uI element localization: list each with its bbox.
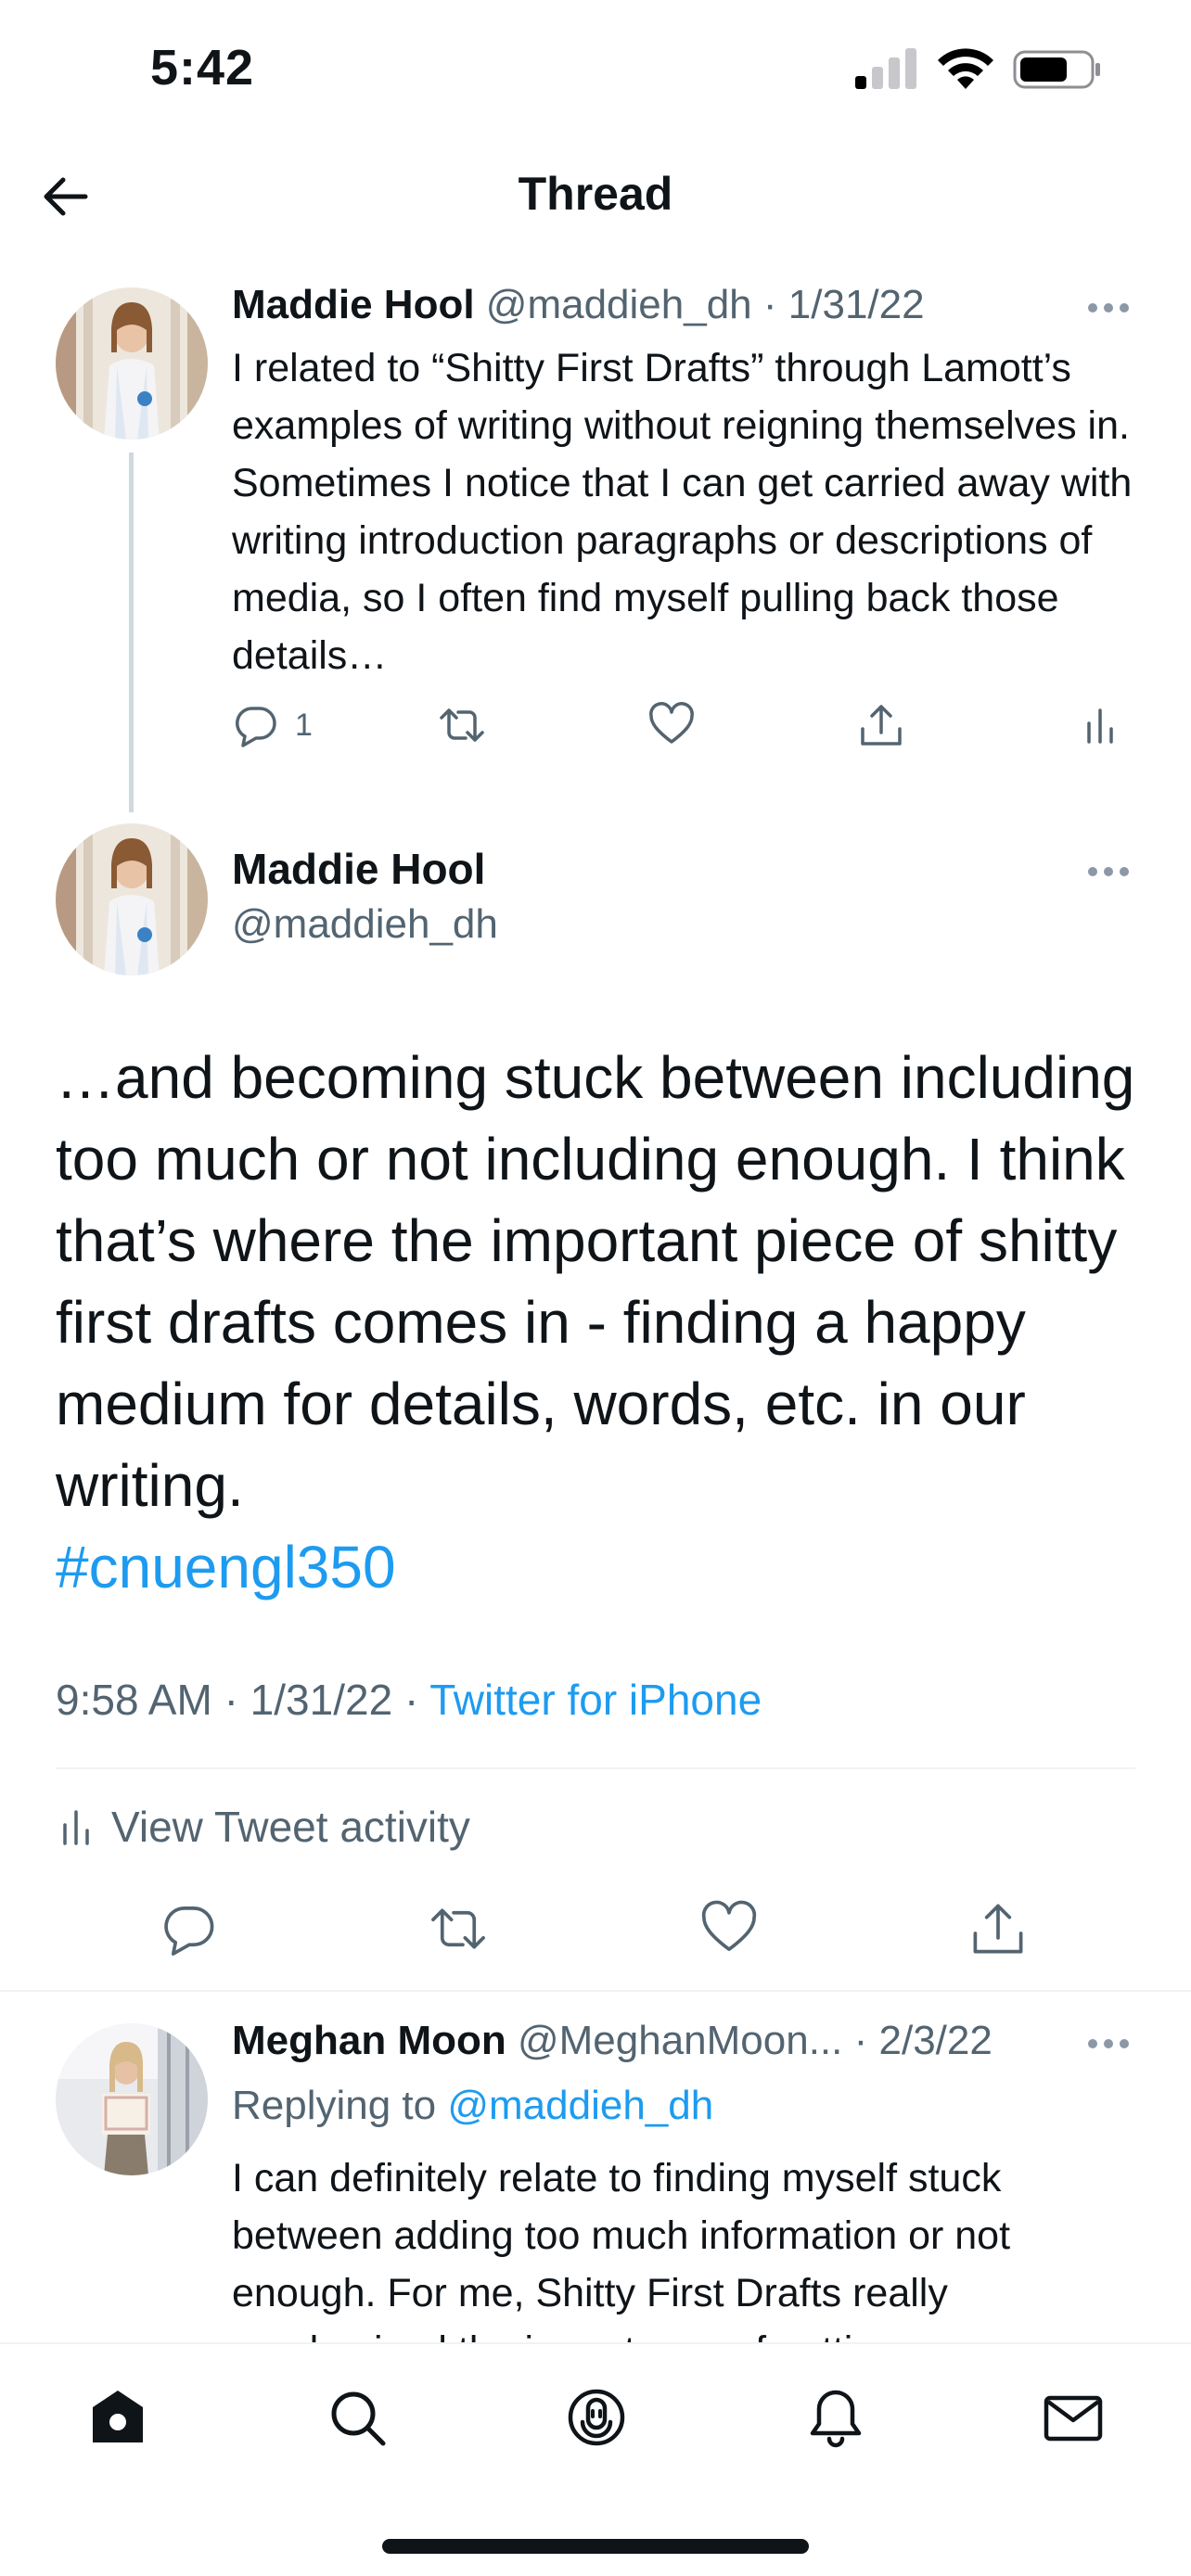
home-icon[interactable] <box>85 2385 150 2450</box>
tweet1-like-button[interactable] <box>647 697 696 753</box>
wifi-icon <box>938 48 993 89</box>
tweet1-analytics-button[interactable] <box>1076 697 1124 753</box>
view-tweet-activity-button[interactable]: View Tweet activity <box>56 1799 470 1855</box>
tweet1-text: I related to “Shitty First Drafts” throu… <box>232 346 1133 678</box>
retweet-icon <box>440 708 484 742</box>
avatar-maddie[interactable] <box>56 287 208 440</box>
tweet1-action-bar: 1 <box>232 697 1132 753</box>
thread-header: Thread <box>0 148 1191 241</box>
tweet2-sep2: · <box>403 1676 419 1724</box>
tweet2-author-name[interactable]: Maddie Hool <box>232 844 485 894</box>
battery-icon <box>1013 50 1100 89</box>
status-bar: 5:42 <box>0 0 1191 139</box>
tweet2-sep1: · <box>224 1676 238 1724</box>
share-icon <box>861 705 902 746</box>
tweet2-date: 1/31/22 <box>250 1676 393 1724</box>
home-indicator <box>382 2539 809 2554</box>
view-tweet-activity-label: View Tweet activity <box>111 1803 470 1851</box>
retweet-icon[interactable] <box>429 1899 488 1958</box>
tweet2-meta: 9:58 AM · 1/31/22 · Twitter for iPhone <box>56 1675 762 1725</box>
more-options-icon[interactable] <box>1087 865 1130 878</box>
replying-to: Replying to @maddieh_dh <box>232 2083 713 2129</box>
messages-icon[interactable] <box>1041 2385 1106 2450</box>
more-options-icon[interactable] <box>1087 301 1130 314</box>
thread-connector-line <box>129 453 134 812</box>
reply-author-name[interactable]: Meghan Moon <box>232 2018 506 2063</box>
tweet1-retweet-button[interactable] <box>438 697 486 753</box>
replying-to-prefix: Replying to <box>232 2083 448 2128</box>
spaces-icon[interactable] <box>564 2385 629 2450</box>
tweet2-handle[interactable]: @maddieh_dh <box>232 901 498 948</box>
tweet1-reply-button[interactable]: 1 <box>232 697 313 753</box>
tweet1-date[interactable]: 1/31/22 <box>788 282 925 327</box>
avatar-maddie-focused[interactable] <box>56 823 208 976</box>
more-options-icon[interactable] <box>1087 2037 1130 2050</box>
notifications-icon[interactable] <box>803 2385 868 2450</box>
tweet2-body-text: …and becoming stuck between including to… <box>56 1044 1135 1519</box>
tweet1-reply-count: 1 <box>295 707 313 743</box>
avatar-meghan[interactable] <box>56 2023 208 2175</box>
replying-to-handle-link[interactable]: @maddieh_dh <box>447 2083 713 2128</box>
tweet2-time: 9:58 AM <box>56 1676 212 1724</box>
divider <box>56 1767 1135 1769</box>
tweet1-separator: · <box>762 282 777 327</box>
search-icon[interactable] <box>325 2385 390 2450</box>
tweet1-handle[interactable]: @maddieh_dh <box>486 282 752 327</box>
reply-icon[interactable] <box>160 1899 219 1958</box>
like-icon <box>649 702 694 744</box>
divider <box>0 1990 1191 1992</box>
hashtag-link[interactable]: #cnuengl350 <box>56 1534 396 1600</box>
page-title: Thread <box>518 168 673 220</box>
reply-text: I can definitely relate to finding mysel… <box>232 2156 1011 2344</box>
reply-icon <box>236 707 276 747</box>
tweet1-author-name[interactable]: Maddie Hool <box>232 282 475 327</box>
reply-date[interactable]: 2/3/22 <box>879 2018 992 2063</box>
tweet-source-link[interactable]: Twitter for iPhone <box>429 1676 762 1724</box>
share-icon[interactable] <box>968 1899 1028 1958</box>
reply-handle[interactable]: @MeghanMoon... <box>518 2018 842 2063</box>
analytics-icon <box>63 1810 89 1845</box>
tweet2-text: …and becoming stuck between including to… <box>56 1037 1150 1608</box>
status-time: 5:42 <box>150 40 255 96</box>
tweet2-action-bar <box>0 1899 1191 1964</box>
tweet1-header: Maddie Hool @maddieh_dh · 1/31/22 <box>232 282 925 328</box>
analytics-icon <box>1087 708 1113 744</box>
cellular-signal-icon <box>855 48 916 89</box>
reply-header: Meghan Moon @MeghanMoon... · 2/3/22 <box>232 2018 992 2064</box>
like-icon[interactable] <box>699 1899 759 1958</box>
tweet1-share-button[interactable] <box>857 697 905 753</box>
reply-separator: · <box>853 2018 868 2063</box>
